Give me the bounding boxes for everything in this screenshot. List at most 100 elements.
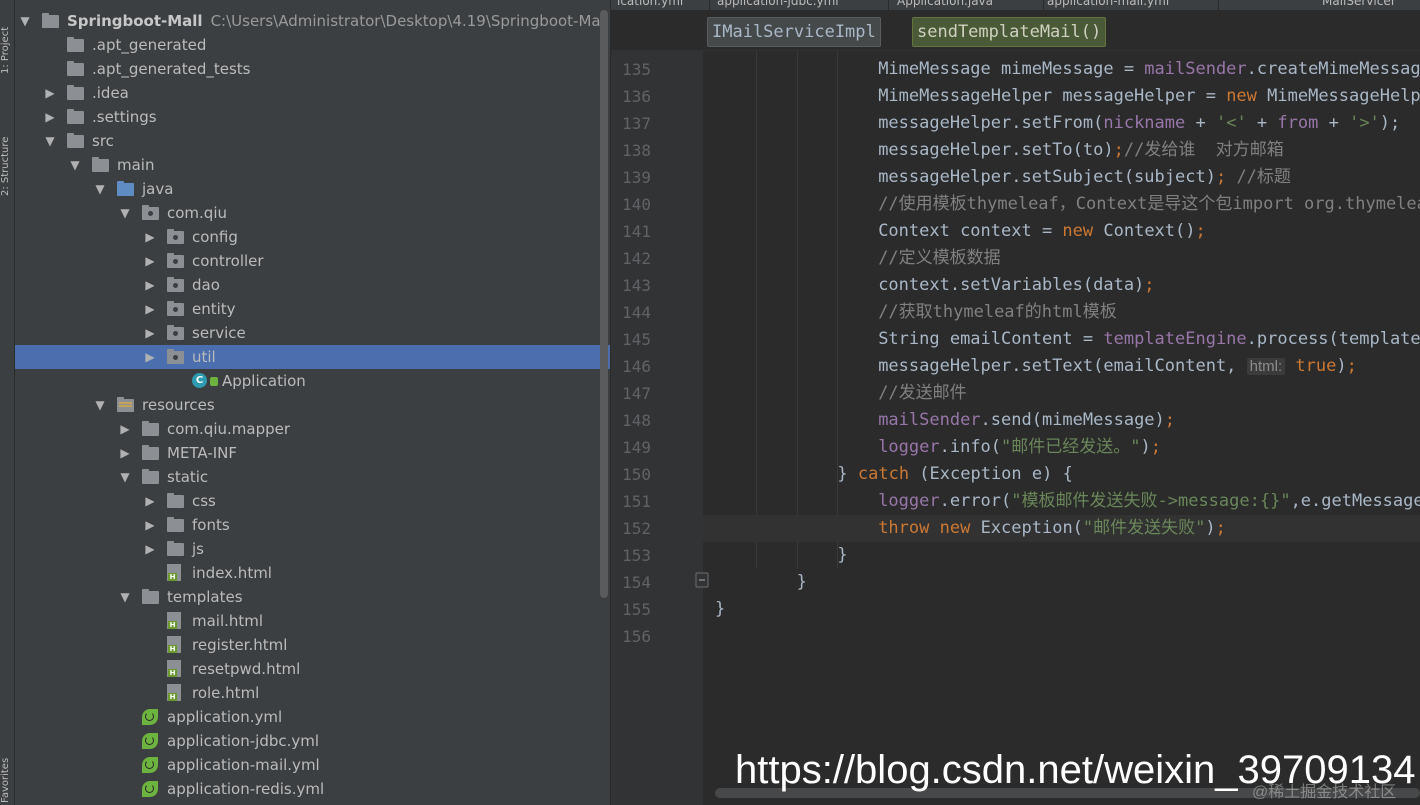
tree-node[interactable]: ▶ dao bbox=[15, 273, 610, 297]
expanded-arrow-icon[interactable]: ▼ bbox=[93, 393, 107, 417]
code-line[interactable]: //获取thymeleaf的html模板 bbox=[878, 299, 1117, 326]
code-line[interactable]: context.setVariables(data); bbox=[878, 272, 1154, 299]
tree-node[interactable]: .apt_generated bbox=[15, 33, 610, 57]
package-icon bbox=[167, 301, 184, 316]
tree-node[interactable]: mail.html bbox=[15, 609, 610, 633]
editor-tab[interactable]: application-mail.yml bbox=[1041, 0, 1219, 10]
tree-node[interactable]: ▼ resources bbox=[15, 393, 610, 417]
tree-node[interactable]: ▶ css bbox=[15, 489, 610, 513]
tree-node[interactable]: ▼ java bbox=[15, 177, 610, 201]
line-number: 149 bbox=[622, 438, 651, 457]
tree-node[interactable]: C Application bbox=[15, 369, 610, 393]
tree-node[interactable]: ▶ com.qiu.mapper bbox=[15, 417, 610, 441]
folder-icon bbox=[67, 37, 84, 52]
breadcrumb-method[interactable]: sendTemplateMail() bbox=[912, 17, 1107, 47]
collapsed-arrow-icon[interactable]: ▶ bbox=[143, 297, 157, 321]
tree-node[interactable]: resetpwd.html bbox=[15, 657, 610, 681]
tree-node[interactable]: ▼ static bbox=[15, 465, 610, 489]
expanded-arrow-icon[interactable]: ▼ bbox=[18, 9, 32, 33]
code-line[interactable]: messageHelper.setTo(to);//发给谁 对方邮箱 bbox=[878, 137, 1284, 164]
tree-node[interactable]: ▶ .settings bbox=[15, 105, 610, 129]
editor-tab[interactable]: MailServiceI bbox=[1316, 0, 1420, 10]
code-line[interactable]: String emailContent = templateEngine.pro… bbox=[878, 326, 1420, 353]
code-line[interactable]: mailSender.send(mimeMessage); bbox=[878, 407, 1175, 434]
expanded-arrow-icon[interactable]: ▼ bbox=[118, 465, 132, 489]
tree-node-label: Application bbox=[222, 372, 306, 390]
code-line[interactable]: messageHelper.setText(emailContent, html… bbox=[878, 353, 1357, 380]
tree-node[interactable]: ▼ com.qiu bbox=[15, 201, 610, 225]
editor-tab[interactable]: Application.java bbox=[891, 0, 1044, 10]
expanded-arrow-icon[interactable]: ▼ bbox=[43, 129, 57, 153]
collapsed-arrow-icon[interactable]: ▶ bbox=[143, 489, 157, 513]
code-line[interactable]: //使用模板thymeleaf，Context是导这个包import org.t… bbox=[878, 191, 1420, 218]
tree-node-label: fonts bbox=[192, 516, 230, 534]
tree-node[interactable]: register.html bbox=[15, 633, 610, 657]
collapsed-arrow-icon[interactable]: ▶ bbox=[143, 249, 157, 273]
code-line[interactable]: //定义模板数据 bbox=[878, 245, 1000, 272]
tree-node[interactable]: ▶ service bbox=[15, 321, 610, 345]
tree-node[interactable]: ▼ templates bbox=[15, 585, 610, 609]
line-number: 135 bbox=[622, 60, 651, 79]
tree-node[interactable]: .apt_generated_tests bbox=[15, 57, 610, 81]
tree-node[interactable]: role.html bbox=[15, 681, 610, 705]
tree-node[interactable]: application-redis.yml bbox=[15, 777, 610, 801]
code-line[interactable]: logger.error("模板邮件发送失败->message:{}",e.ge… bbox=[878, 488, 1420, 515]
code-line[interactable]: throw new Exception("邮件发送失败"); bbox=[878, 515, 1226, 542]
breadcrumb: IMailServiceImpl sendTemplateMail() bbox=[611, 10, 1420, 51]
code-line[interactable]: //发送邮件 bbox=[878, 380, 966, 407]
project-tree-scrollbar[interactable] bbox=[600, 10, 608, 598]
collapsed-arrow-icon[interactable]: ▶ bbox=[43, 81, 57, 105]
tree-node-label: templates bbox=[167, 588, 243, 606]
collapsed-arrow-icon[interactable]: ▶ bbox=[118, 417, 132, 441]
tree-node[interactable]: ▶ fonts bbox=[15, 513, 610, 537]
project-tool-tab[interactable]: 1: Project bbox=[0, 2, 14, 74]
code-line[interactable]: messageHelper.setFrom(nickname + '<' + f… bbox=[878, 110, 1400, 137]
structure-tool-tab[interactable]: 2: Structure bbox=[0, 104, 14, 196]
tree-node[interactable]: application-jdbc.yml bbox=[15, 729, 610, 753]
breadcrumb-class[interactable]: IMailServiceImpl bbox=[707, 17, 881, 47]
tree-node[interactable]: ▼ Springboot-Mall C:\Users\Administrator\D… bbox=[15, 9, 610, 33]
tree-node[interactable]: index.html bbox=[15, 561, 610, 585]
tree-node[interactable]: ▼ main bbox=[15, 153, 610, 177]
favorites-tool-tab[interactable]: Favorites bbox=[0, 745, 14, 803]
tree-node[interactable]: ▶ META-INF bbox=[15, 441, 610, 465]
code-area[interactable]: MimeMessage mimeMessage = mailSender.cre… bbox=[703, 51, 1420, 805]
tree-node[interactable]: ▶ entity bbox=[15, 297, 610, 321]
tree-node[interactable]: ▶ config bbox=[15, 225, 610, 249]
expanded-arrow-icon[interactable]: ▼ bbox=[118, 201, 132, 225]
collapsed-arrow-icon[interactable]: ▶ bbox=[143, 321, 157, 345]
collapsed-arrow-icon[interactable]: ▶ bbox=[118, 441, 132, 465]
editor-tab[interactable]: application-jdbc.yml bbox=[711, 0, 889, 10]
collapsed-arrow-icon[interactable]: ▶ bbox=[143, 225, 157, 249]
collapsed-arrow-icon[interactable]: ▶ bbox=[143, 345, 157, 369]
expanded-arrow-icon[interactable]: ▼ bbox=[93, 177, 107, 201]
code-line[interactable]: } bbox=[797, 569, 807, 596]
tree-node[interactable]: application.yml bbox=[15, 705, 610, 729]
fold-marker-icon[interactable] bbox=[695, 572, 709, 588]
code-token: new bbox=[1226, 86, 1268, 106]
expanded-arrow-icon[interactable]: ▼ bbox=[68, 153, 82, 177]
code-line[interactable]: } bbox=[837, 542, 847, 569]
code-token: MimeMessage mimeMessage = bbox=[878, 59, 1145, 79]
collapsed-arrow-icon[interactable]: ▶ bbox=[143, 273, 157, 297]
tree-node-label: src bbox=[92, 132, 114, 150]
collapsed-arrow-icon[interactable]: ▶ bbox=[143, 513, 157, 537]
code-line[interactable]: MimeMessage mimeMessage = mailSender.cre… bbox=[878, 56, 1420, 83]
tree-node[interactable]: application-mail.yml bbox=[15, 753, 610, 777]
tree-node[interactable]: ▼ src bbox=[15, 129, 610, 153]
code-line[interactable]: } bbox=[715, 596, 725, 623]
collapsed-arrow-icon[interactable]: ▶ bbox=[143, 537, 157, 561]
tree-node[interactable]: ▶ js bbox=[15, 537, 610, 561]
code-line[interactable]: } catch (Exception e) { bbox=[837, 461, 1072, 488]
tree-node[interactable]: ▶ util bbox=[15, 345, 610, 369]
code-line[interactable]: MimeMessageHelper messageHelper = new Mi… bbox=[878, 83, 1420, 110]
tree-node[interactable]: ▶ .idea bbox=[15, 81, 610, 105]
code-line[interactable]: messageHelper.setSubject(subject); //标题 bbox=[878, 164, 1291, 191]
code-line[interactable]: logger.info("邮件已经发送。"); bbox=[878, 434, 1161, 461]
tree-node[interactable]: ▶ controller bbox=[15, 249, 610, 273]
code-line[interactable]: Context context = new Context(); bbox=[878, 218, 1206, 245]
collapsed-arrow-icon[interactable]: ▶ bbox=[43, 105, 57, 129]
expanded-arrow-icon[interactable]: ▼ bbox=[118, 585, 132, 609]
editor-tab[interactable]: ication.yml bbox=[611, 0, 710, 10]
